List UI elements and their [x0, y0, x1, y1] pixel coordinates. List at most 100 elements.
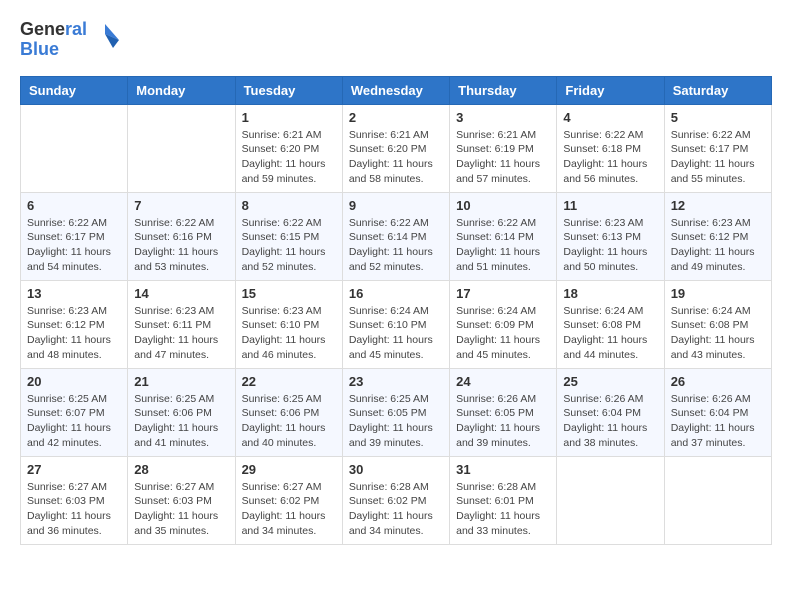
calendar-week-row: 13 Sunrise: 6:23 AM Sunset: 6:12 PM Dayli… — [21, 280, 772, 368]
day-number: 15 — [242, 286, 336, 301]
day-info: Sunrise: 6:22 AM Sunset: 6:15 PM Dayligh… — [242, 216, 336, 275]
day-info: Sunrise: 6:22 AM Sunset: 6:17 PM Dayligh… — [671, 128, 765, 187]
calendar-table: SundayMondayTuesdayWednesdayThursdayFrid… — [20, 76, 772, 545]
calendar-cell: 30 Sunrise: 6:28 AM Sunset: 6:02 PM Dayli… — [342, 456, 449, 544]
weekday-header: Tuesday — [235, 76, 342, 104]
day-info: Sunrise: 6:22 AM Sunset: 6:17 PM Dayligh… — [27, 216, 121, 275]
calendar-cell: 8 Sunrise: 6:22 AM Sunset: 6:15 PM Daylig… — [235, 192, 342, 280]
day-number: 14 — [134, 286, 228, 301]
calendar-cell: 12Sunrise: 6:23 AM Sunset: 6:12 PM Dayli… — [664, 192, 771, 280]
day-number: 22 — [242, 374, 336, 389]
day-info: Sunrise: 6:24 AM Sunset: 6:09 PM Dayligh… — [456, 304, 550, 363]
day-number: 30 — [349, 462, 443, 477]
calendar-cell: 25 Sunrise: 6:26 AM Sunset: 6:04 PM Dayli… — [557, 368, 664, 456]
day-number: 5 — [671, 110, 765, 125]
calendar-cell: 24Sunrise: 6:26 AM Sunset: 6:05 PM Dayli… — [450, 368, 557, 456]
day-number: 7 — [134, 198, 228, 213]
day-info: Sunrise: 6:26 AM Sunset: 6:04 PM Dayligh… — [563, 392, 657, 451]
logo-blue: Blue — [20, 40, 87, 60]
day-number: 31 — [456, 462, 550, 477]
calendar-cell: 31 Sunrise: 6:28 AM Sunset: 6:01 PM Dayli… — [450, 456, 557, 544]
calendar-cell: 27Sunrise: 6:27 AM Sunset: 6:03 PM Dayli… — [21, 456, 128, 544]
day-info: Sunrise: 6:23 AM Sunset: 6:12 PM Dayligh… — [27, 304, 121, 363]
day-info: Sunrise: 6:21 AM Sunset: 6:19 PM Dayligh… — [456, 128, 550, 187]
calendar-cell: 16 Sunrise: 6:24 AM Sunset: 6:10 PM Dayli… — [342, 280, 449, 368]
day-info: Sunrise: 6:28 AM Sunset: 6:01 PM Dayligh… — [456, 480, 550, 539]
calendar-cell: 19 Sunrise: 6:24 AM Sunset: 6:08 PM Dayli… — [664, 280, 771, 368]
day-info: Sunrise: 6:25 AM Sunset: 6:06 PM Dayligh… — [242, 392, 336, 451]
calendar-cell — [557, 456, 664, 544]
day-number: 20 — [27, 374, 121, 389]
calendar-cell: 20 Sunrise: 6:25 AM Sunset: 6:07 PM Dayli… — [21, 368, 128, 456]
day-info: Sunrise: 6:23 AM Sunset: 6:13 PM Dayligh… — [563, 216, 657, 275]
day-info: Sunrise: 6:28 AM Sunset: 6:02 PM Dayligh… — [349, 480, 443, 539]
day-info: Sunrise: 6:25 AM Sunset: 6:07 PM Dayligh… — [27, 392, 121, 451]
day-number: 13 — [27, 286, 121, 301]
day-number: 16 — [349, 286, 443, 301]
day-number: 29 — [242, 462, 336, 477]
calendar-cell: 6 Sunrise: 6:22 AM Sunset: 6:17 PM Daylig… — [21, 192, 128, 280]
calendar-cell: 9 Sunrise: 6:22 AM Sunset: 6:14 PM Daylig… — [342, 192, 449, 280]
calendar-cell: 1 Sunrise: 6:21 AM Sunset: 6:20 PM Daylig… — [235, 104, 342, 192]
calendar-cell: 17 Sunrise: 6:24 AM Sunset: 6:09 PM Dayli… — [450, 280, 557, 368]
calendar-cell: 13 Sunrise: 6:23 AM Sunset: 6:12 PM Dayli… — [21, 280, 128, 368]
logo-general: General — [20, 20, 87, 40]
logo-sail-icon — [91, 22, 119, 58]
calendar-cell: 7Sunrise: 6:22 AM Sunset: 6:16 PM Daylig… — [128, 192, 235, 280]
day-number: 8 — [242, 198, 336, 213]
day-info: Sunrise: 6:24 AM Sunset: 6:10 PM Dayligh… — [349, 304, 443, 363]
day-number: 18 — [563, 286, 657, 301]
calendar-cell: 3 Sunrise: 6:21 AM Sunset: 6:19 PM Daylig… — [450, 104, 557, 192]
day-info: Sunrise: 6:22 AM Sunset: 6:14 PM Dayligh… — [456, 216, 550, 275]
calendar-cell: 23Sunrise: 6:25 AM Sunset: 6:05 PM Dayli… — [342, 368, 449, 456]
day-number: 26 — [671, 374, 765, 389]
day-number: 4 — [563, 110, 657, 125]
day-info: Sunrise: 6:22 AM Sunset: 6:14 PM Dayligh… — [349, 216, 443, 275]
day-number: 25 — [563, 374, 657, 389]
day-number: 3 — [456, 110, 550, 125]
calendar-cell: 14 Sunrise: 6:23 AM Sunset: 6:11 PM Dayli… — [128, 280, 235, 368]
day-number: 24 — [456, 374, 550, 389]
calendar-cell: 4 Sunrise: 6:22 AM Sunset: 6:18 PM Daylig… — [557, 104, 664, 192]
day-number: 23 — [349, 374, 443, 389]
day-number: 19 — [671, 286, 765, 301]
calendar-cell — [664, 456, 771, 544]
calendar-week-row: 1 Sunrise: 6:21 AM Sunset: 6:20 PM Daylig… — [21, 104, 772, 192]
day-number: 21 — [134, 374, 228, 389]
calendar-cell: 2Sunrise: 6:21 AM Sunset: 6:20 PM Daylig… — [342, 104, 449, 192]
calendar-cell: 22 Sunrise: 6:25 AM Sunset: 6:06 PM Dayli… — [235, 368, 342, 456]
weekday-header: Sunday — [21, 76, 128, 104]
day-info: Sunrise: 6:25 AM Sunset: 6:06 PM Dayligh… — [134, 392, 228, 451]
day-info: Sunrise: 6:27 AM Sunset: 6:03 PM Dayligh… — [134, 480, 228, 539]
day-number: 11 — [563, 198, 657, 213]
day-info: Sunrise: 6:24 AM Sunset: 6:08 PM Dayligh… — [671, 304, 765, 363]
calendar-header-row: SundayMondayTuesdayWednesdayThursdayFrid… — [21, 76, 772, 104]
day-number: 27 — [27, 462, 121, 477]
calendar-week-row: 27 Sunrise: 6:27 AM Sunset: 6:03 PM Dayli… — [21, 456, 772, 544]
day-info: Sunrise: 6:22 AM Sunset: 6:18 PM Dayligh… — [563, 128, 657, 187]
calendar-cell: 10 Sunrise: 6:22 AM Sunset: 6:14 PM Dayli… — [450, 192, 557, 280]
day-number: 9 — [349, 198, 443, 213]
calendar-cell: 21 Sunrise: 6:25 AM Sunset: 6:06 PM Dayli… — [128, 368, 235, 456]
calendar-week-row: 6 Sunrise: 6:22 AM Sunset: 6:17 PM Daylig… — [21, 192, 772, 280]
calendar-cell: 29 Sunrise: 6:27 AM Sunset: 6:02 PM Dayli… — [235, 456, 342, 544]
day-number: 17 — [456, 286, 550, 301]
day-number: 28 — [134, 462, 228, 477]
day-number: 10 — [456, 198, 550, 213]
day-number: 1 — [242, 110, 336, 125]
weekday-header: Thursday — [450, 76, 557, 104]
calendar-cell: 26Sunrise: 6:26 AM Sunset: 6:04 PM Dayli… — [664, 368, 771, 456]
calendar-cell: 5 Sunrise: 6:22 AM Sunset: 6:17 PM Daylig… — [664, 104, 771, 192]
day-info: Sunrise: 6:27 AM Sunset: 6:02 PM Dayligh… — [242, 480, 336, 539]
day-info: Sunrise: 6:23 AM Sunset: 6:12 PM Dayligh… — [671, 216, 765, 275]
calendar-cell — [128, 104, 235, 192]
calendar-cell: 28 Sunrise: 6:27 AM Sunset: 6:03 PM Dayli… — [128, 456, 235, 544]
day-number: 6 — [27, 198, 121, 213]
day-number: 2 — [349, 110, 443, 125]
page-header: General Blue — [20, 20, 772, 60]
weekday-header: Friday — [557, 76, 664, 104]
day-info: Sunrise: 6:24 AM Sunset: 6:08 PM Dayligh… — [563, 304, 657, 363]
day-info: Sunrise: 6:21 AM Sunset: 6:20 PM Dayligh… — [242, 128, 336, 187]
day-info: Sunrise: 6:23 AM Sunset: 6:10 PM Dayligh… — [242, 304, 336, 363]
day-info: Sunrise: 6:23 AM Sunset: 6:11 PM Dayligh… — [134, 304, 228, 363]
